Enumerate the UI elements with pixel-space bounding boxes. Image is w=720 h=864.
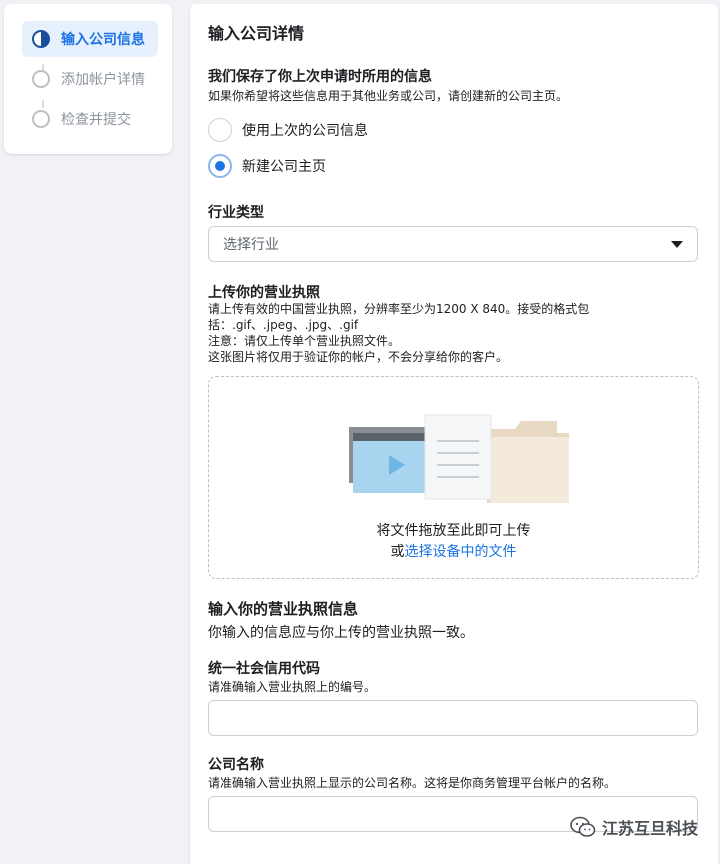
industry-label: 行业类型 (208, 205, 264, 221)
step-company-info[interactable]: 输入公司信息 (22, 21, 158, 57)
page-title: 输入公司详情 (208, 24, 305, 43)
credit-code-input[interactable] (208, 700, 698, 736)
caret-down-icon (671, 240, 683, 248)
watermark: 江苏互旦科技 (570, 815, 698, 839)
radio-checked-icon[interactable] (208, 154, 232, 178)
radio-label: 新建公司主页 (242, 159, 326, 175)
radio-new-company-page[interactable]: 新建公司主页 (208, 154, 326, 178)
step-label: 检查并提交 (61, 112, 131, 128)
choose-file-line: 或选择设备中的文件 (209, 541, 698, 561)
desc-line: 这张图片将仅用于验证你的帐户，不会分享给你的客户。 (208, 350, 509, 364)
radio-label: 使用上次的公司信息 (242, 123, 368, 139)
watermark-text: 江苏互旦科技 (601, 819, 698, 838)
file-dropzone[interactable]: 将文件拖放至此即可上传 或选择设备中的文件 (208, 376, 699, 579)
radio-use-last-info[interactable]: 使用上次的公司信息 (208, 118, 368, 142)
drop-instruction: 将文件拖放至此即可上传 (376, 523, 531, 539)
credit-code-hint: 请准确输入营业执照上的编号。 (208, 680, 377, 694)
choose-file-link[interactable]: 选择设备中的文件 (405, 544, 517, 560)
desc-line: 注意：请仅上传单个营业执照文件。 (208, 334, 401, 348)
desc-line: 括：.gif、.jpeg、.jpg、.gif (208, 318, 359, 332)
empty-circle-icon (32, 70, 50, 88)
step-review-submit[interactable]: 检查并提交 (22, 101, 158, 137)
step-label: 输入公司信息 (61, 32, 145, 48)
empty-circle-icon (32, 110, 50, 128)
half-filled-circle-icon (32, 30, 50, 48)
step-account-details[interactable]: 添加帐户详情 (22, 61, 158, 97)
license-info-heading: 输入你的营业执照信息 (208, 600, 359, 618)
progress-stepper: 输入公司信息 添加帐户详情 检查并提交 (4, 4, 172, 154)
wechat-icon (570, 816, 596, 837)
radio-unchecked-icon[interactable] (208, 118, 232, 142)
credit-code-label: 统一社会信用代码 (208, 661, 320, 677)
saved-info-heading: 我们保存了你上次申请时所用的信息 (208, 69, 432, 85)
industry-placeholder: 选择行业 (223, 237, 279, 253)
company-name-label: 公司名称 (208, 757, 264, 773)
upload-illustration-icon (349, 414, 569, 503)
license-upload-heading: 上传你的营业执照 (208, 285, 320, 301)
saved-info-note: 如果你希望将这些信息用于其他业务或公司，请创建新的公司主页。 (208, 89, 569, 103)
license-info-description: 你输入的信息应与你上传的营业执照一致。 (208, 625, 474, 641)
step-label: 添加帐户详情 (61, 72, 145, 88)
industry-select[interactable]: 选择行业 (208, 226, 698, 262)
desc-line: 请上传有效的中国营业执照，分辨率至少为1200 X 840。接受的格式包 (208, 302, 590, 316)
license-upload-description: 请上传有效的中国营业执照，分辨率至少为1200 X 840。接受的格式包 括：.… (208, 301, 708, 365)
company-details-form: 输入公司详情 我们保存了你上次申请时所用的信息 如果你希望将这些信息用于其他业务… (190, 4, 718, 864)
company-name-hint: 请准确输入营业执照上显示的公司名称。这将是你商务管理平台帐户的名称。 (208, 776, 617, 790)
or-text: 或 (390, 544, 405, 560)
